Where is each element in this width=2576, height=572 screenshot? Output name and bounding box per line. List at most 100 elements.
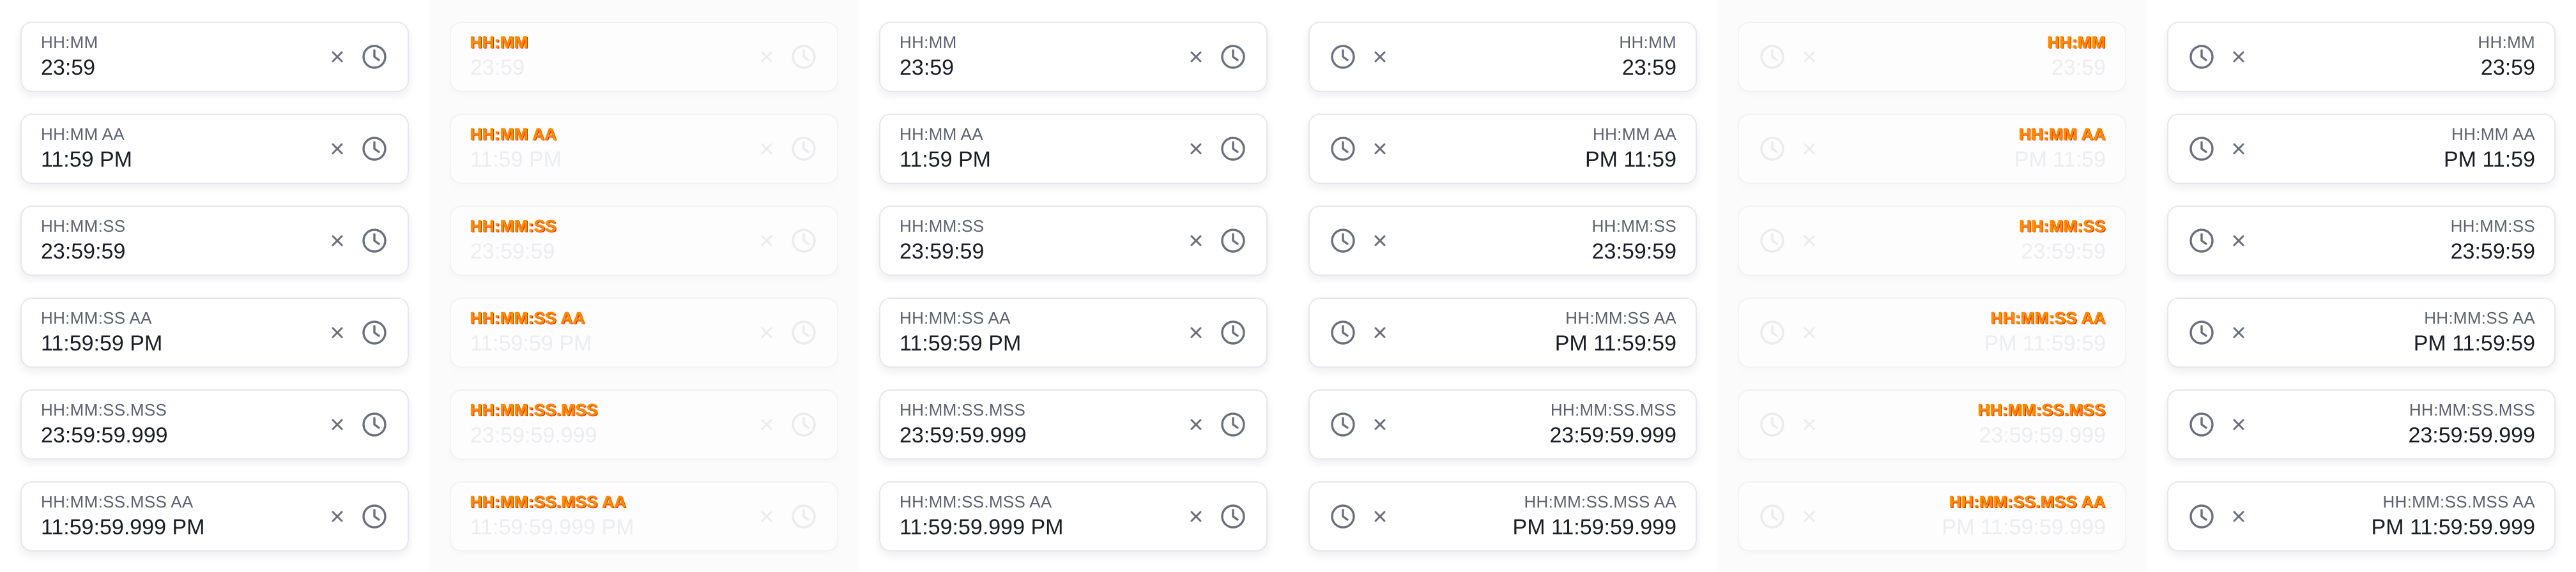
clock-icon[interactable] <box>360 502 388 531</box>
close-icon[interactable] <box>1372 417 1388 432</box>
time-input-field[interactable]: HH:MM:SS.MSS AA 11:59:59.999 PM <box>20 481 409 552</box>
clock-icon[interactable] <box>1219 43 1247 71</box>
time-input-field[interactable]: HH:MM:SS AA 11:59:59 PM <box>20 297 409 368</box>
close-icon[interactable] <box>330 509 345 524</box>
close-icon[interactable] <box>2231 141 2246 156</box>
time-value[interactable]: 23:59 <box>2481 54 2535 81</box>
close-icon[interactable] <box>1372 233 1388 248</box>
clock-icon[interactable] <box>360 135 388 163</box>
time-value[interactable]: 23:59:59.999 <box>2408 422 2535 449</box>
time-input-field[interactable]: HH:MM AA 11:59 PM <box>20 114 409 184</box>
time-input-field[interactable]: HH:MM:SS AA 11:59:59 PM <box>879 297 1268 368</box>
clock-icon[interactable] <box>2188 43 2216 71</box>
close-icon[interactable] <box>330 141 345 156</box>
clock-icon[interactable] <box>1219 502 1247 531</box>
close-icon[interactable] <box>2231 49 2246 64</box>
close-icon[interactable] <box>330 49 345 64</box>
close-icon[interactable] <box>2231 417 2246 432</box>
time-input-field[interactable]: HH:MM:SS 23:59:59 <box>20 206 409 276</box>
close-icon[interactable] <box>1188 49 1204 64</box>
clock-icon[interactable] <box>360 227 388 255</box>
time-input-actions <box>759 483 818 550</box>
clock-icon[interactable] <box>1329 410 1357 439</box>
time-value[interactable]: 23:59:59 <box>1592 238 1676 265</box>
time-value[interactable]: PM 11:59:59.999 <box>2372 514 2535 541</box>
clock-icon[interactable] <box>1329 502 1357 531</box>
time-input-field[interactable]: HH:MM 23:59 <box>20 22 409 92</box>
time-value[interactable]: 11:59:59 PM <box>900 330 1021 357</box>
clock-icon <box>1758 502 1786 531</box>
clock-icon[interactable] <box>360 43 388 71</box>
time-input-field[interactable]: HH:MM:SS.MSS 23:59:59.999 <box>20 389 409 460</box>
time-value[interactable]: 11:59:59 PM <box>41 330 162 357</box>
clock-icon[interactable] <box>2188 502 2216 531</box>
close-icon[interactable] <box>1372 49 1388 64</box>
time-input-actions <box>1188 115 1247 183</box>
close-icon[interactable] <box>1188 141 1204 156</box>
time-input-field[interactable]: HH:MM:SS.MSS 23:59:59.999 <box>1308 389 1697 460</box>
clock-icon[interactable] <box>1329 227 1357 255</box>
time-input-field[interactable]: HH:MM AA 11:59 PM <box>879 114 1268 184</box>
close-icon[interactable] <box>1188 233 1204 248</box>
close-icon[interactable] <box>1372 509 1388 524</box>
time-input-field[interactable]: HH:MM AA PM 11:59 <box>1308 114 1697 184</box>
time-input-field[interactable]: HH:MM:SS.MSS 23:59:59.999 <box>2167 389 2556 460</box>
time-input-field[interactable]: HH:MM:SS 23:59:59 <box>2167 206 2556 276</box>
clock-icon[interactable] <box>2188 135 2216 163</box>
time-value[interactable]: 11:59:59.999 PM <box>900 514 1063 541</box>
clock-icon[interactable] <box>1329 135 1357 163</box>
time-input-field[interactable]: HH:MM:SS 23:59:59 <box>1308 206 1697 276</box>
time-value[interactable]: PM 11:59:59 <box>1555 330 1676 357</box>
time-input-field[interactable]: HH:MM:SS 23:59:59 <box>879 206 1268 276</box>
close-icon[interactable] <box>2231 325 2246 340</box>
time-input-field[interactable]: HH:MM:SS.MSS AA 11:59:59.999 PM <box>879 481 1268 552</box>
time-input-field[interactable]: HH:MM:SS.MSS AA PM 11:59:59.999 <box>2167 481 2556 552</box>
clock-icon[interactable] <box>1219 227 1247 255</box>
clock-icon[interactable] <box>1219 135 1247 163</box>
close-icon[interactable] <box>1372 141 1388 156</box>
clock-icon[interactable] <box>1219 410 1247 439</box>
close-icon[interactable] <box>1372 325 1388 340</box>
time-input-text: HH:MM:SS AA PM 11:59:59 <box>2414 299 2535 366</box>
time-input-field[interactable]: HH:MM:SS.MSS AA PM 11:59:59.999 <box>1308 481 1697 552</box>
time-value[interactable]: 23:59:59 <box>900 238 984 265</box>
time-value[interactable]: 23:59 <box>1622 54 1676 81</box>
clock-icon[interactable] <box>2188 227 2216 255</box>
time-input-field[interactable]: HH:MM 23:59 <box>2167 22 2556 92</box>
time-value[interactable]: 23:59:59.999 <box>1549 422 1676 449</box>
time-value[interactable]: PM 11:59:59.999 <box>1513 514 1676 541</box>
clock-icon[interactable] <box>2188 410 2216 439</box>
close-icon[interactable] <box>330 417 345 432</box>
close-icon[interactable] <box>1188 325 1204 340</box>
clock-icon[interactable] <box>1329 43 1357 71</box>
clock-icon[interactable] <box>1329 319 1357 347</box>
time-input-field[interactable]: HH:MM 23:59 <box>879 22 1268 92</box>
close-icon[interactable] <box>1188 509 1204 524</box>
time-value[interactable]: 23:59:59.999 <box>900 422 1027 449</box>
time-value[interactable]: 11:59:59.999 PM <box>41 514 204 541</box>
time-input-field[interactable]: HH:MM:SS AA PM 11:59:59 <box>2167 297 2556 368</box>
clock-icon[interactable] <box>2188 319 2216 347</box>
time-value[interactable]: 11:59 PM <box>900 146 991 173</box>
time-value[interactable]: PM 11:59 <box>2444 146 2535 173</box>
close-icon[interactable] <box>330 325 345 340</box>
time-input-field[interactable]: HH:MM 23:59 <box>1308 22 1697 92</box>
time-value[interactable]: 23:59:59.999 <box>41 422 168 449</box>
clock-icon[interactable] <box>1219 319 1247 347</box>
time-input-field[interactable]: HH:MM:SS AA PM 11:59:59 <box>1308 297 1697 368</box>
close-icon[interactable] <box>1188 417 1204 432</box>
time-value[interactable]: 23:59 <box>41 54 95 81</box>
close-icon[interactable] <box>2231 233 2246 248</box>
time-value[interactable]: 23:59:59 <box>41 238 125 265</box>
time-value[interactable]: 23:59:59 <box>2451 238 2535 265</box>
clock-icon[interactable] <box>360 410 388 439</box>
time-value[interactable]: 11:59 PM <box>41 146 132 173</box>
time-input-field[interactable]: HH:MM AA PM 11:59 <box>2167 114 2556 184</box>
time-value[interactable]: PM 11:59 <box>1585 146 1676 173</box>
time-value[interactable]: PM 11:59:59 <box>2414 330 2535 357</box>
time-value[interactable]: 23:59 <box>900 54 954 81</box>
close-icon[interactable] <box>2231 509 2246 524</box>
clock-icon[interactable] <box>360 319 388 347</box>
close-icon[interactable] <box>330 233 345 248</box>
time-input-field[interactable]: HH:MM:SS.MSS 23:59:59.999 <box>879 389 1268 460</box>
